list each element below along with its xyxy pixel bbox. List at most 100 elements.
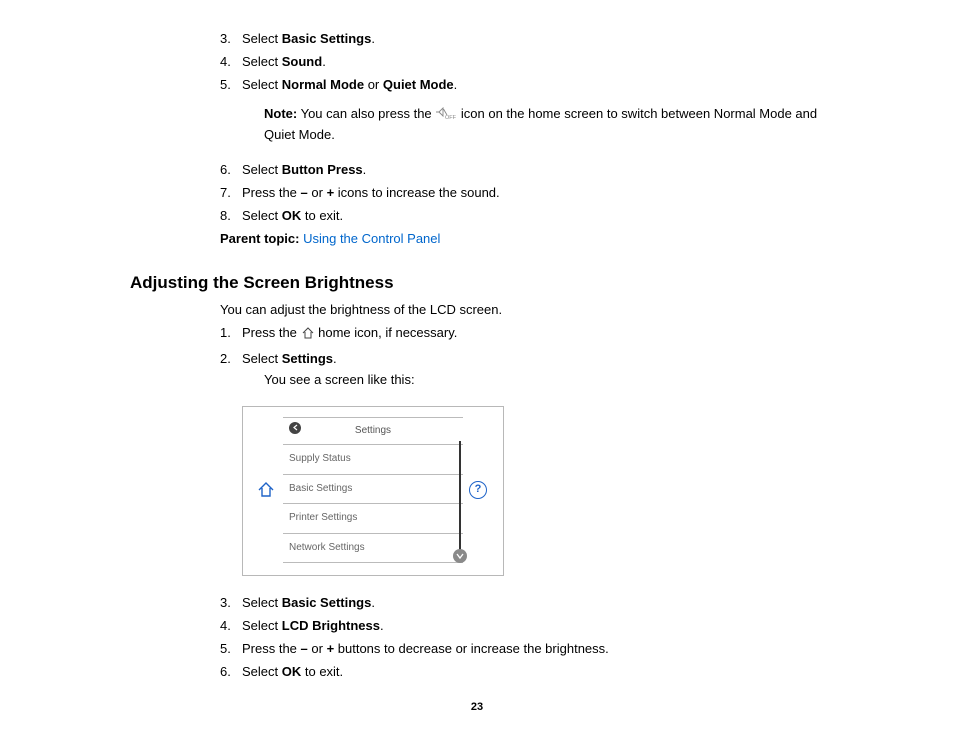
- step-text: Select Normal Mode or Quiet Mode. Note: …: [242, 76, 830, 158]
- speaker-off-icon: OFF: [435, 107, 457, 127]
- step-number: 6.: [220, 663, 242, 682]
- text: .: [454, 77, 458, 92]
- list-item: 5. Press the – or + buttons to decrease …: [220, 640, 830, 659]
- menu-item: Printer Settings: [283, 504, 463, 534]
- bold-text: Basic Settings: [282, 31, 372, 46]
- back-icon: [289, 422, 301, 434]
- list-item: 3. Select Basic Settings.: [220, 30, 830, 49]
- list-item: 8. Select OK to exit.: [220, 207, 830, 226]
- list-item: 6. Select OK to exit.: [220, 663, 830, 682]
- text: .: [322, 54, 326, 69]
- text: buttons to decrease or increase the brig…: [334, 641, 609, 656]
- menu-item: Network Settings: [283, 534, 463, 564]
- list-item: 1. Press the home icon, if necessary.: [220, 324, 830, 346]
- step-number: 1.: [220, 324, 242, 346]
- step-number: 4.: [220, 53, 242, 72]
- bold-text: –: [301, 641, 308, 656]
- text: or: [364, 77, 383, 92]
- page-number: 23: [0, 700, 954, 716]
- home-icon: [301, 327, 315, 346]
- parent-topic-link[interactable]: Using the Control Panel: [303, 231, 440, 246]
- step-number: 2.: [220, 350, 242, 398]
- ordered-list-brightness-a: 1. Press the home icon, if necessary. 2.…: [220, 324, 830, 398]
- bold-text: Settings: [282, 351, 333, 366]
- section-heading: Adjusting the Screen Brightness: [130, 271, 830, 296]
- ordered-list-brightness-b: 3. Select Basic Settings. 4. Select LCD …: [220, 594, 830, 681]
- text: .: [380, 618, 384, 633]
- text: Select: [242, 618, 282, 633]
- list-item: 3. Select Basic Settings.: [220, 594, 830, 613]
- step-number: 5.: [220, 76, 242, 158]
- text: to exit.: [301, 664, 343, 679]
- bold-text: Basic Settings: [282, 595, 372, 610]
- step-text: Select Button Press.: [242, 161, 830, 180]
- step-text: Press the – or + buttons to decrease or …: [242, 640, 830, 659]
- step-text: Select LCD Brightness.: [242, 617, 830, 636]
- menu-item: Basic Settings: [283, 475, 463, 505]
- bold-text: Normal Mode: [282, 77, 364, 92]
- text: or: [308, 641, 327, 656]
- step-text: Press the – or + icons to increase the s…: [242, 184, 830, 203]
- help-icon: ?: [469, 481, 487, 499]
- list-item: 2. Select Settings. You see a screen lik…: [220, 350, 830, 398]
- settings-menu: Settings Supply Status Basic Settings Pr…: [283, 417, 463, 564]
- step-number: 3.: [220, 594, 242, 613]
- list-item: 4. Select Sound.: [220, 53, 830, 72]
- text: Press the: [242, 325, 301, 340]
- bold-text: OK: [282, 208, 302, 223]
- step-number: 8.: [220, 207, 242, 226]
- parent-topic-label: Parent topic:: [220, 231, 299, 246]
- menu-title: Settings: [355, 425, 391, 436]
- text: Select: [242, 664, 282, 679]
- list-item: 6. Select Button Press.: [220, 161, 830, 180]
- settings-screenshot: Settings Supply Status Basic Settings Pr…: [242, 406, 504, 577]
- text: Press the: [242, 185, 301, 200]
- step-number: 4.: [220, 617, 242, 636]
- step-number: 7.: [220, 184, 242, 203]
- step-text: Select Basic Settings.: [242, 594, 830, 613]
- text: Select: [242, 31, 282, 46]
- parent-topic: Parent topic: Using the Control Panel: [220, 230, 830, 249]
- step-text: Select Settings. You see a screen like t…: [242, 350, 830, 398]
- step-text: Select OK to exit.: [242, 663, 830, 682]
- list-item: 4. Select LCD Brightness.: [220, 617, 830, 636]
- section-intro: You can adjust the brightness of the LCD…: [220, 301, 830, 320]
- bold-text: Quiet Mode: [383, 77, 454, 92]
- document-page: 3. Select Basic Settings. 4. Select Soun…: [0, 0, 954, 738]
- bold-text: –: [301, 185, 308, 200]
- text: Select: [242, 77, 282, 92]
- text: .: [333, 351, 337, 366]
- step-number: 5.: [220, 640, 242, 659]
- list-item: 5. Select Normal Mode or Quiet Mode. Not…: [220, 76, 830, 158]
- home-icon: [257, 481, 275, 499]
- bold-text: LCD Brightness: [282, 618, 380, 633]
- bold-text: OK: [282, 664, 302, 679]
- content-area: 3. Select Basic Settings. 4. Select Soun…: [130, 30, 830, 685]
- text: icons to increase the sound.: [334, 185, 500, 200]
- step-text: Select Sound.: [242, 53, 830, 72]
- text: Select: [242, 351, 282, 366]
- text: to exit.: [301, 208, 343, 223]
- list-item: 7. Press the – or + icons to increase th…: [220, 184, 830, 203]
- step-text: Select Basic Settings.: [242, 30, 830, 49]
- text: Select: [242, 595, 282, 610]
- scroll-down-icon: [453, 549, 467, 563]
- text: Select: [242, 54, 282, 69]
- text: .: [371, 595, 375, 610]
- menu-item: Supply Status: [283, 445, 463, 475]
- text: Select: [242, 162, 282, 177]
- bold-text: Sound: [282, 54, 322, 69]
- ordered-list-top: 3. Select Basic Settings. 4. Select Soun…: [220, 30, 830, 226]
- text: .: [363, 162, 367, 177]
- text: .: [371, 31, 375, 46]
- sub-text: You see a screen like this:: [264, 371, 830, 390]
- text: or: [308, 185, 327, 200]
- text: home icon, if necessary.: [315, 325, 458, 340]
- step-number: 6.: [220, 161, 242, 180]
- note-block: Note: You can also press the OFF icon on…: [264, 105, 830, 146]
- text: You can also press the: [297, 106, 435, 121]
- step-text: Select OK to exit.: [242, 207, 830, 226]
- bold-text: Button Press: [282, 162, 363, 177]
- menu-header: Settings: [283, 418, 463, 446]
- step-text: Press the home icon, if necessary.: [242, 324, 830, 346]
